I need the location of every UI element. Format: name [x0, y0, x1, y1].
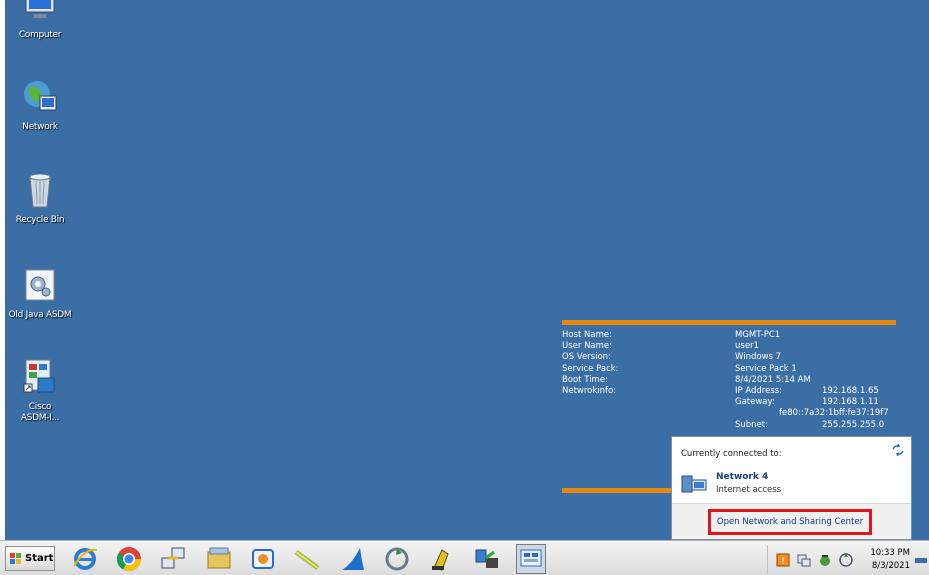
start-label: Start [25, 553, 54, 564]
bginfo-row: Netwrokinfo: IP Address: 192.168.1.65 [562, 386, 896, 397]
network-drive-icon[interactable] [472, 544, 502, 574]
bginfo-key: Boot Time: [562, 374, 608, 385]
connected-to-label: Currently connected to: [681, 449, 782, 459]
bginfo-row: Service Pack: Service Pack 1 [562, 364, 896, 375]
bginfo-row: Boot Time: 8/4/2021 5:14 AM [562, 375, 896, 386]
bginfo-key: OS Version: [562, 352, 611, 363]
desktop-icon-old-java-asdm[interactable]: Old Java ASDM [2, 266, 78, 320]
desktop-icon-label: Recycle Bin [15, 215, 65, 225]
bginfo-key: User Name: [562, 341, 613, 352]
desktop-icon-label: Cisco ASDM-I... [20, 402, 60, 423]
desktop-icon-recycle-bin[interactable]: Recycle Bin [2, 171, 78, 225]
flag-icon[interactable] [818, 553, 832, 567]
chrome-icon[interactable] [114, 544, 144, 574]
bginfo-key: Host Name: [562, 330, 612, 340]
bginfo-row: Host Name: MGMT-PC1 [562, 330, 896, 341]
refresh-app-icon[interactable] [382, 544, 412, 574]
desktop-icon-cisco-asdm[interactable]: Cisco ASDM-I... [2, 358, 78, 424]
bginfo-row: OS Version: Windows 7 [562, 352, 896, 363]
windows-logo-icon [10, 552, 21, 564]
network-name[interactable]: Network 4 [716, 472, 768, 482]
bginfo-row: User Name: user1 [562, 341, 896, 352]
start-button[interactable]: Start [5, 546, 55, 571]
putty-icon[interactable] [426, 544, 456, 574]
flyout-footer: Open Network and Sharing Center [672, 503, 911, 539]
desktop-icon-label: Computer [18, 30, 62, 40]
network-status: Internet access [716, 485, 782, 495]
desktop-icon-computer[interactable]: Computer [2, 0, 78, 40]
desktop-icon-label: Network [22, 122, 58, 132]
open-network-sharing-center-link[interactable]: Open Network and Sharing Center [708, 509, 872, 535]
bginfo-bottom-bar [562, 488, 672, 493]
bginfo-top-bar [562, 320, 896, 325]
computer-icon [25, 0, 55, 18]
network-flyout: Currently connected to: Network 4 Intern… [671, 436, 912, 540]
desktop-icon-network[interactable]: Network [2, 78, 78, 132]
file-explorer-icon[interactable] [204, 544, 234, 574]
show-desktop-icon[interactable] [913, 544, 929, 574]
network-tool-icon[interactable] [158, 544, 188, 574]
bginfo-panel: Host Name: MGMT-PC1 User Name: user1 OS … [562, 320, 896, 431]
internet-explorer-icon[interactable] [70, 544, 100, 574]
network-tray-icon[interactable] [797, 553, 811, 567]
network-connection-icon [681, 475, 707, 493]
taskbar: Start ! 10:33 PM 8/3/2021 [0, 540, 929, 575]
cisco-asdm-shortcut-icon [23, 359, 55, 393]
bginfo-value: MGMT-PC1 [735, 330, 781, 340]
clock-time: 10:33 PM [870, 548, 910, 558]
bginfo-value: 8/4/2021 5:14 AM [735, 374, 811, 385]
bginfo-key: Service Pack: [562, 363, 619, 374]
recycle-bin-icon [29, 173, 51, 208]
volume-icon[interactable] [839, 553, 853, 567]
bginfo-ipv6-value: fe80::7a32:1bff:fe37:19f7 [779, 408, 889, 419]
bginfo-gateway-label: Gateway: [735, 397, 775, 408]
refresh-icon[interactable] [891, 444, 905, 456]
bginfo-value: user1 [735, 341, 759, 352]
active-app-button[interactable] [516, 544, 546, 574]
bginfo-value: Service Pack 1 [735, 363, 797, 374]
bginfo-row: Subnet: 255.255.255.0 [562, 420, 896, 431]
clock-date: 8/3/2021 [871, 561, 910, 571]
svg-text:!: ! [781, 557, 785, 567]
cable-tool-icon[interactable] [292, 544, 322, 574]
bginfo-ip-label: IP Address: [735, 385, 783, 396]
bginfo-subnet-label: Subnet: [735, 419, 768, 430]
security-alert-icon[interactable]: ! [776, 553, 790, 567]
network-icon [24, 81, 57, 111]
bginfo-ip-value: 192.168.1.65 [822, 385, 879, 396]
wireshark-icon[interactable] [338, 544, 368, 574]
media-player-icon[interactable] [248, 544, 278, 574]
asdm-settings-icon [25, 269, 55, 301]
bginfo-key: Netwrokinfo: [562, 385, 617, 396]
desktop-icon-label: Old Java ASDM [8, 310, 72, 320]
bginfo-gateway-value: 192.168.1.11 [822, 397, 879, 408]
bginfo-value: Windows 7 [735, 352, 782, 363]
bginfo-row: Gateway: 192.168.1.11 [562, 397, 896, 408]
taskbar-clock[interactable]: 10:33 PM 8/3/2021 [858, 547, 910, 573]
bginfo-subnet-value: 255.255.255.0 [822, 419, 885, 430]
active-app-icon [520, 549, 542, 567]
bginfo-row: fe80::7a32:1bff:fe37:19f7 [562, 408, 896, 419]
